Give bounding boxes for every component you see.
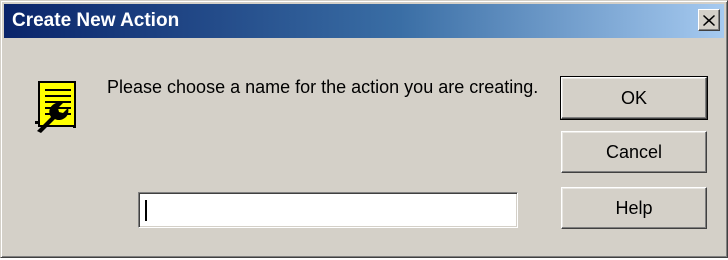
help-button[interactable]: Help — [561, 187, 707, 229]
action-wrench-icon — [35, 81, 77, 133]
close-icon — [703, 14, 715, 26]
create-new-action-dialog: Create New Action Please choose a name f… — [0, 0, 728, 258]
close-button[interactable] — [698, 9, 720, 31]
title-bar[interactable]: Create New Action — [4, 4, 724, 38]
ok-button[interactable]: OK — [560, 76, 708, 120]
action-name-input[interactable] — [138, 192, 518, 228]
cancel-button[interactable]: Cancel — [561, 131, 707, 173]
window-title: Create New Action — [12, 10, 180, 31]
instruction-text: Please choose a name for the action you … — [107, 77, 539, 97]
text-cursor — [145, 200, 147, 221]
